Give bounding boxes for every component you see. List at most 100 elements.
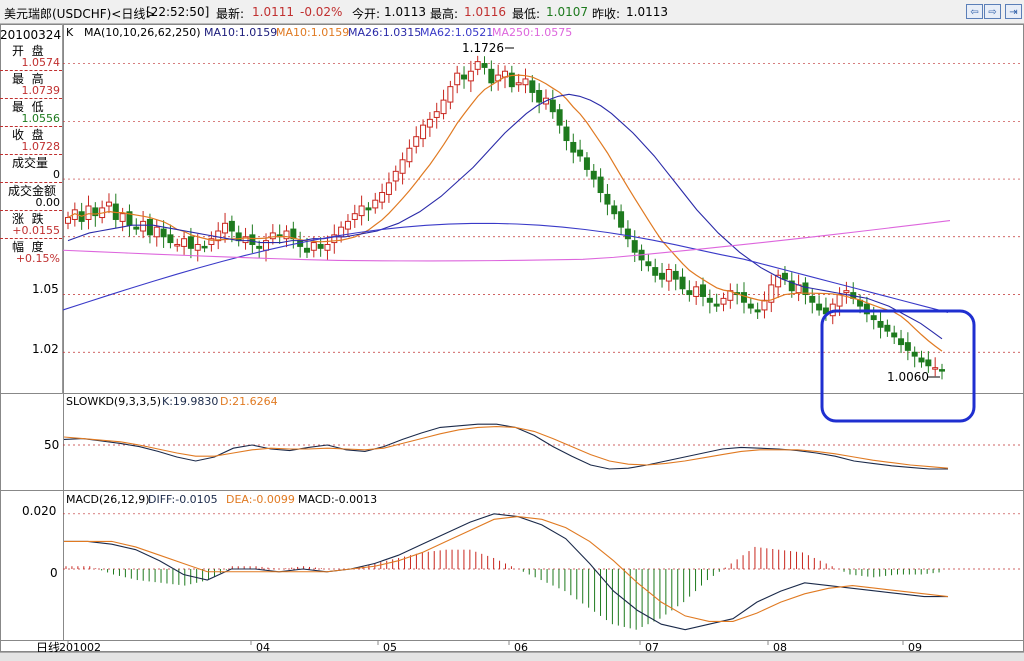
macd-tick-label: 0.020 — [22, 504, 57, 518]
candle-body — [140, 220, 147, 232]
candle-body — [693, 286, 700, 297]
candle-body — [85, 205, 92, 220]
info-volume-value: 0 — [53, 168, 60, 181]
candle-body — [249, 234, 256, 245]
candle-body — [303, 247, 310, 253]
candle-body — [932, 367, 939, 370]
kd-d-line — [63, 426, 949, 469]
candle-body — [474, 61, 481, 70]
candle-body — [583, 157, 590, 170]
candle-body — [843, 290, 850, 294]
forward-arrow-icon[interactable]: ⇨ — [984, 4, 1001, 19]
candle-body — [700, 284, 707, 297]
legend-kd-d: D:21.6264 — [220, 395, 278, 408]
change-value: -0.02% — [300, 5, 343, 19]
candle-body — [720, 297, 727, 305]
info-close-value: 1.0728 — [21, 140, 61, 153]
candle-body — [433, 111, 440, 118]
info-change-value: +0.0155 — [12, 224, 60, 237]
candle-body — [529, 80, 536, 93]
min-annotation: 1.0060 — [887, 370, 929, 384]
candle-body — [939, 369, 945, 372]
candle-body — [317, 243, 324, 249]
ma10-line — [67, 74, 943, 352]
candle-body — [447, 86, 454, 103]
candle-body — [911, 351, 918, 357]
candle-body — [420, 124, 427, 140]
candle-body — [898, 338, 905, 346]
candle-body — [358, 205, 365, 217]
candle-body — [536, 89, 543, 103]
latest-value: 1.0111 — [252, 5, 294, 19]
info-low-value: 1.0556 — [21, 112, 61, 125]
candle-body — [870, 315, 877, 321]
ma250-line — [62, 220, 951, 262]
instrument-title: 美元瑞郎(USDCHF)<日线> — [4, 7, 156, 21]
legend-macd-value: MACD:-0.0013 — [298, 493, 378, 506]
candle-body — [747, 303, 754, 309]
title-bar: 美元瑞郎(USDCHF)<日线> [22:52:50] 最新: 1.0111 -… — [0, 0, 1024, 24]
back-arrow-icon[interactable]: ⇦ — [966, 4, 983, 19]
candle-body — [174, 243, 181, 247]
clock: [22:52:50] — [146, 5, 210, 19]
candle-body — [413, 136, 420, 147]
info-high-value: 1.0739 — [21, 84, 61, 97]
high-label: 最高: — [430, 7, 459, 21]
candle-body — [816, 303, 823, 311]
candle-body — [884, 324, 891, 332]
candle-body — [201, 245, 208, 249]
price-tick-label: 1.02 — [32, 342, 59, 356]
candle-body — [392, 170, 399, 182]
chart-frame — [0, 24, 1024, 652]
candle-body — [836, 294, 843, 307]
candle-body — [324, 243, 331, 251]
candle-body — [522, 78, 529, 86]
candle-body — [624, 228, 631, 240]
next-arrow-icon[interactable]: ⇥ — [1005, 4, 1022, 19]
candle-body — [570, 141, 577, 153]
candle-body — [672, 270, 679, 280]
candle-body — [918, 357, 925, 363]
candle-body — [481, 63, 488, 68]
candle-body — [146, 218, 153, 236]
candle-body — [597, 176, 604, 194]
high-value: 1.0116 — [464, 5, 506, 19]
open-label: 今开: — [352, 7, 381, 21]
candle-body — [467, 70, 474, 82]
kd-tick-label: 50 — [44, 438, 60, 452]
candle-body — [167, 234, 174, 244]
low-label: 最低: — [512, 7, 541, 21]
candle-body — [740, 292, 747, 303]
info-amount-value: 0.00 — [35, 196, 61, 209]
legend-ma26: MA26:1.0315 — [348, 26, 422, 39]
candle-body — [310, 242, 317, 251]
candle-body — [891, 332, 898, 338]
candle-body — [665, 269, 672, 282]
info-range-value: +0.15% — [15, 252, 60, 265]
info-panel: 20100324 开 盘 1.0574 最 高 1.0739 最 低 1.055… — [0, 24, 63, 394]
candle-body — [488, 68, 495, 84]
candle-body — [105, 201, 112, 207]
low-value: 1.0107 — [546, 5, 588, 19]
candle-body — [194, 243, 201, 251]
legend-kd-k: K:19.9830 — [162, 395, 219, 408]
legend-ma62: MA62:1.0521 — [420, 26, 494, 39]
candle-body — [604, 193, 611, 205]
candle-body — [713, 303, 720, 307]
candle-body — [153, 226, 160, 238]
candle-body — [235, 232, 242, 242]
candle-body — [187, 236, 194, 249]
candle-body — [406, 147, 413, 163]
candle-body — [440, 99, 447, 115]
candle-body — [618, 211, 625, 228]
candle-body — [925, 359, 932, 367]
candle-body — [877, 320, 884, 328]
legend-macd: MACD(26,12,9) — [66, 493, 150, 506]
candle-body — [461, 74, 468, 80]
price-tick-label: 1.05 — [32, 282, 59, 296]
open-value: 1.0113 — [384, 5, 426, 19]
candle-body — [228, 220, 235, 232]
highlight-box — [820, 309, 976, 423]
max-annotation: 1.1726 — [462, 41, 504, 55]
legend-kd: SLOWKD(9,3,3,5) — [66, 395, 162, 408]
